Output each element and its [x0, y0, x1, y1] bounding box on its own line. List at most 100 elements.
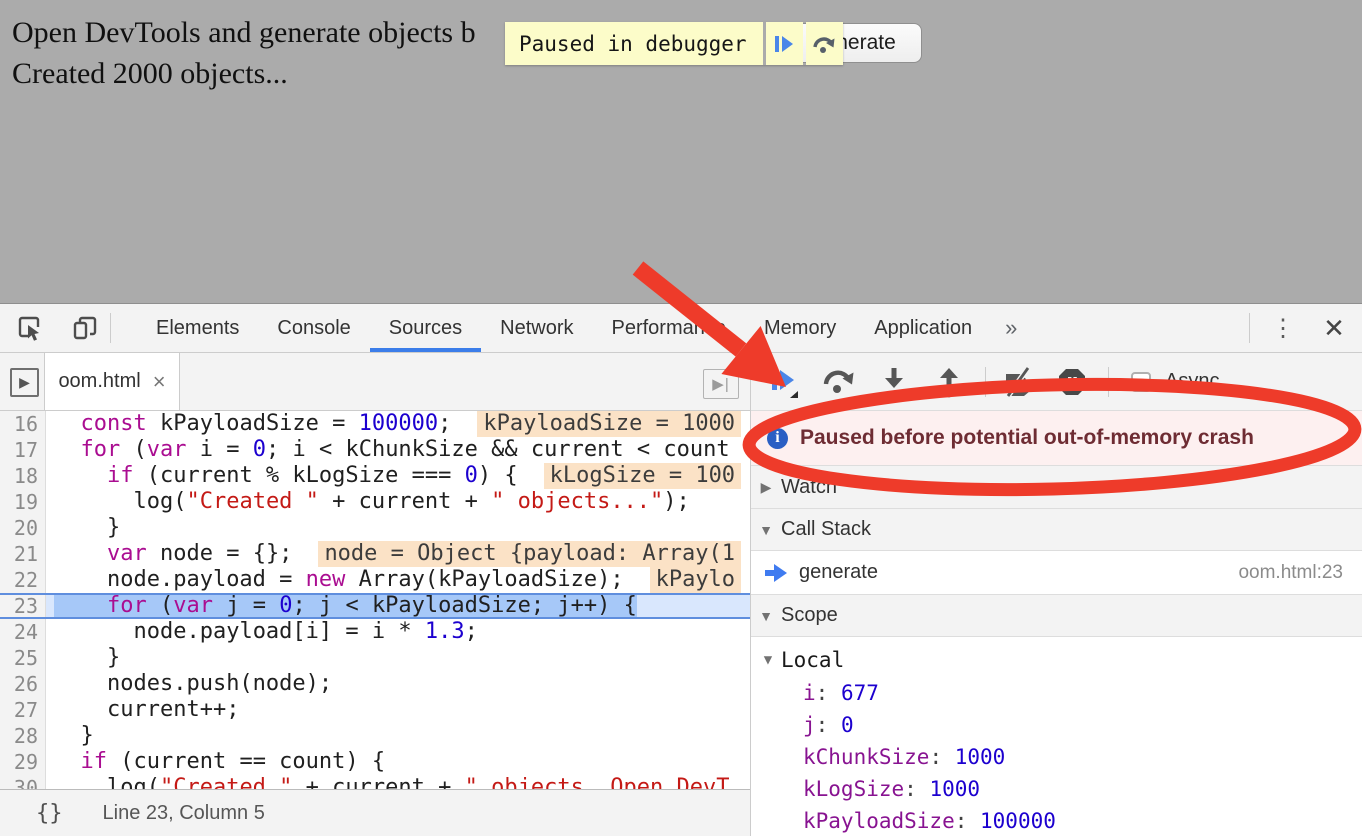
file-tab-label: oom.html [58, 370, 140, 393]
line-number[interactable]: 16 [0, 411, 46, 437]
line-number[interactable]: 18 [0, 463, 46, 489]
call-stack-label: Call Stack [781, 518, 871, 541]
line-number[interactable]: 30 [0, 775, 46, 789]
code-line-20[interactable]: 20 } [0, 515, 750, 541]
banner-step-over-button[interactable] [806, 22, 843, 65]
code-text: node.payload[i] = i * 1.3; [46, 619, 750, 645]
line-number[interactable]: 29 [0, 749, 46, 775]
code-text: nodes.push(node); [46, 671, 750, 697]
code-line-21[interactable]: 21 var node = {};node = Object {payload:… [0, 541, 750, 567]
line-number[interactable]: 20 [0, 515, 46, 541]
code-text: const kPayloadSize = 100000;kPayloadSize… [46, 411, 750, 437]
tab-memory[interactable]: Memory [745, 304, 855, 352]
code-line-29[interactable]: 29 if (current == count) { [0, 749, 750, 775]
code-line-22[interactable]: 22 node.payload = new Array(kPayloadSize… [0, 567, 750, 593]
tab-performance[interactable]: Performance [593, 304, 746, 352]
call-stack-section-header[interactable]: ▼ Call Stack [751, 509, 1362, 551]
code-text: current++; [46, 697, 750, 723]
info-icon: i [767, 428, 788, 449]
code-line-27[interactable]: 27 current++; [0, 697, 750, 723]
line-number[interactable]: 19 [0, 489, 46, 515]
line-number[interactable]: 28 [0, 723, 46, 749]
code-line-17[interactable]: 17 for (var i = 0; i < kChunkSize && cur… [0, 437, 750, 463]
tab-console[interactable]: Console [258, 304, 369, 352]
paused-message-row: i Paused before potential out-of-memory … [751, 411, 1362, 465]
code-text: log("Created " + current + " objects..."… [46, 489, 750, 515]
code-line-18[interactable]: 18 if (current % kLogSize === 0) {kLogSi… [0, 463, 750, 489]
tab-network[interactable]: Network [481, 304, 592, 352]
step-into-button[interactable] [874, 362, 914, 402]
page-text-line1: Open DevTools and generate objects b [12, 16, 476, 50]
paused-banner-text: Paused in debugger [505, 22, 763, 65]
code-line-23[interactable]: 23 for (var j = 0; j < kPayloadSize; j++… [0, 593, 750, 619]
line-number[interactable]: 26 [0, 671, 46, 697]
code-line-24[interactable]: 24 node.payload[i] = i * 1.3; [0, 619, 750, 645]
device-toolbar-icon[interactable] [70, 313, 100, 343]
code-text: log("Created " + current + " objects. Op… [46, 775, 750, 789]
scope-local-row[interactable]: ▼ Local [751, 643, 1362, 677]
code-line-19[interactable]: 19 log("Created " + current + " objects.… [0, 489, 750, 515]
code-line-16[interactable]: 16 const kPayloadSize = 100000;kPayloadS… [0, 411, 750, 437]
line-number[interactable]: 21 [0, 541, 46, 567]
pretty-print-icon[interactable]: {} [36, 801, 63, 826]
code-text: for (var j = 0; j < kPayloadSize; j++) { [46, 595, 750, 617]
step-out-button[interactable] [929, 362, 969, 402]
pause-on-exceptions-button[interactable] [1052, 362, 1092, 402]
line-number[interactable]: 27 [0, 697, 46, 723]
tab-application[interactable]: Application [855, 304, 991, 352]
deactivate-breakpoints-icon [1001, 366, 1035, 398]
frame-function-name: generate [799, 561, 878, 584]
scope-variable-kChunkSize: kChunkSize: 1000 [751, 741, 1362, 773]
scope-pane: ▼ Local i: 677j: 0kChunkSize: 1000kLogSi… [751, 637, 1362, 836]
line-number[interactable]: 23 [0, 595, 46, 617]
tab-sources[interactable]: Sources [370, 304, 481, 352]
toolbar-separator [110, 313, 111, 343]
line-number[interactable]: 22 [0, 567, 46, 593]
scope-variable-i: i: 677 [751, 677, 1362, 709]
devtools-main-toolbar: ElementsConsoleSourcesNetworkPerformance… [0, 304, 1362, 353]
scope-variable-kPayloadSize: kPayloadSize: 100000 [751, 805, 1362, 836]
tab-[interactable]: » [991, 304, 1031, 352]
file-tab-oom-html[interactable]: oom.html × [44, 353, 180, 411]
more-options-icon[interactable]: ⋮ [1260, 314, 1306, 343]
pause-on-exceptions-icon [1056, 366, 1088, 398]
code-text: if (current % kLogSize === 0) {kLogSize … [46, 463, 750, 489]
inline-value-hint: kLogSize = 100 [544, 463, 741, 489]
code-text: var node = {};node = Object {payload: Ar… [46, 541, 750, 567]
line-number[interactable]: 17 [0, 437, 46, 463]
code-text: if (current == count) { [46, 749, 750, 775]
code-line-25[interactable]: 25 } [0, 645, 750, 671]
web-page: Open DevTools and generate objects b Cre… [0, 0, 1362, 303]
resume-button[interactable] [765, 362, 805, 402]
debugger-sidebar: Async i Paused before potential out-of-m… [750, 353, 1362, 836]
step-over-icon [822, 367, 856, 397]
scope-section-header[interactable]: ▼ Scope [751, 595, 1362, 637]
watch-section-header[interactable]: ▶ Watch [751, 465, 1362, 509]
frame-location[interactable]: oom.html:23 [1238, 562, 1343, 584]
step-into-icon [881, 366, 907, 398]
code-line-30[interactable]: 30 log("Created " + current + " objects.… [0, 775, 750, 789]
code-line-26[interactable]: 26 nodes.push(node); [0, 671, 750, 697]
line-number[interactable]: 24 [0, 619, 46, 645]
line-number[interactable]: 25 [0, 645, 46, 671]
file-tab-strip: ▶ oom.html × ▶| [0, 353, 750, 411]
code-editor[interactable]: 16 const kPayloadSize = 100000;kPayloadS… [0, 411, 750, 789]
toolbar-right-controls: ⋮ ✕ [1239, 304, 1362, 352]
close-devtools-icon[interactable]: ✕ [1306, 313, 1362, 344]
editor-panel-toggle-icon[interactable]: ▶| [703, 369, 739, 399]
editor-status-bar: {} Line 23, Column 5 [0, 789, 750, 836]
inline-value-hint: node = Object {payload: Array(1 [318, 541, 741, 567]
paused-message: Paused before potential out-of-memory cr… [800, 426, 1254, 450]
inspect-element-icon[interactable] [14, 313, 44, 343]
deactivate-breakpoints-button[interactable] [998, 362, 1038, 402]
banner-resume-button[interactable] [766, 22, 803, 65]
current-frame-arrow-icon [763, 562, 789, 584]
file-tab-close-icon[interactable]: × [153, 369, 166, 395]
async-checkbox[interactable] [1131, 372, 1151, 392]
step-over-button[interactable] [819, 362, 859, 402]
collapsed-triangle-icon: ▶ [751, 479, 781, 496]
call-stack-frame[interactable]: generate oom.html:23 [751, 551, 1362, 595]
code-line-28[interactable]: 28 } [0, 723, 750, 749]
navigator-toggle-icon[interactable]: ▶ [10, 368, 39, 397]
tab-elements[interactable]: Elements [137, 304, 258, 352]
